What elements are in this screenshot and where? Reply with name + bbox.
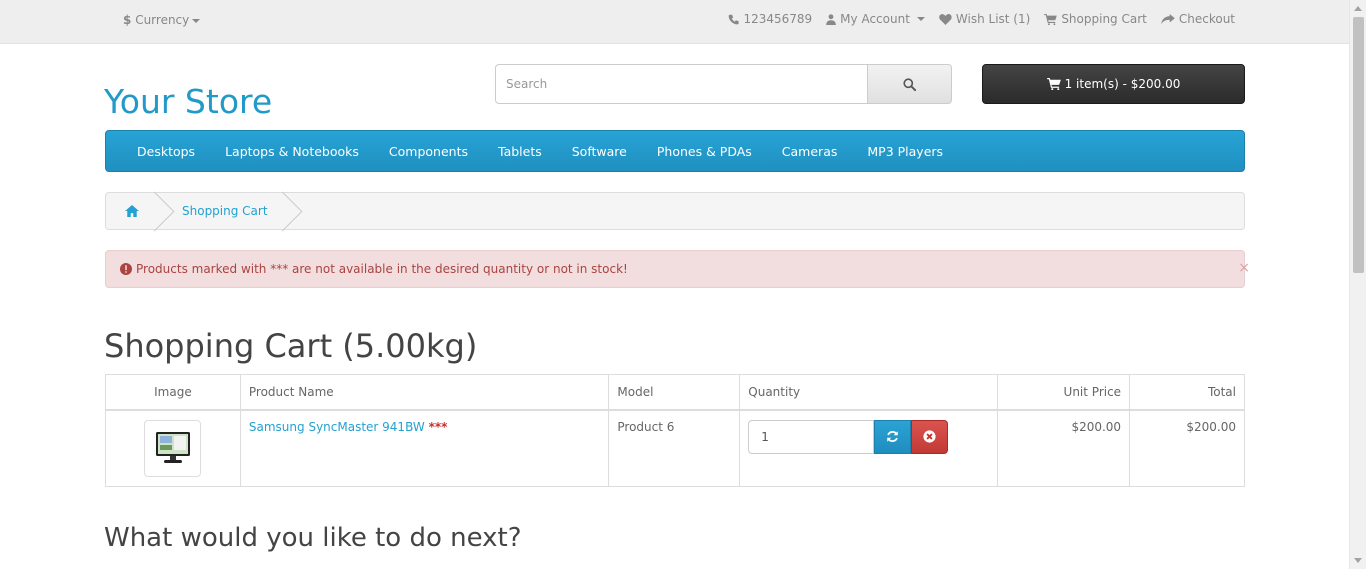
column-header-model: Model (608, 374, 741, 411)
scroll-up-arrow-icon[interactable] (1354, 6, 1362, 11)
store-logo[interactable]: Your Store (104, 82, 272, 121)
breadcrumb-home[interactable] (106, 193, 158, 229)
menu-item-software[interactable]: Software (557, 144, 642, 159)
page-scrollbar[interactable] (1349, 0, 1366, 569)
search-bar (495, 64, 952, 104)
user-icon (826, 13, 836, 25)
search-input[interactable] (495, 64, 868, 104)
remove-button[interactable] (911, 419, 949, 454)
menu-item-desktops[interactable]: Desktops (122, 144, 210, 159)
currency-dropdown[interactable]: $ Currency (123, 13, 201, 27)
currency-symbol: $ (123, 13, 132, 27)
cart-table: Image Product Name Model Quantity Unit P… (105, 374, 1245, 487)
heart-icon (939, 13, 952, 25)
column-header-quantity: Quantity (739, 374, 999, 411)
product-name-link[interactable]: Samsung SyncMaster 941BW (249, 420, 425, 434)
unit-price-cell: $200.00 (997, 409, 1131, 487)
column-header-total: Total (1129, 374, 1245, 411)
cart-icon (1046, 78, 1061, 90)
table-header-row: Image Product Name Model Quantity Unit P… (105, 374, 1245, 411)
cart-summary-button[interactable]: 1 item(s) - $200.00 (982, 64, 1245, 104)
menu-item-phones-pdas[interactable]: Phones & PDAs (642, 144, 767, 159)
product-image-cell (105, 409, 241, 487)
menu-item-cameras[interactable]: Cameras (767, 144, 853, 159)
stock-warning-alert: Products marked with *** are not availab… (105, 250, 1250, 288)
phone-number: 123456789 (743, 12, 813, 26)
product-name-cell: Samsung SyncMaster 941BW *** (239, 409, 610, 487)
caret-down-icon (916, 17, 925, 21)
main-menu: Desktops Laptops & Notebooks Components … (105, 130, 1245, 172)
table-row: Samsung SyncMaster 941BW *** Product 6 $… (105, 409, 1245, 487)
search-icon (903, 77, 916, 91)
product-thumbnail[interactable] (144, 419, 202, 477)
next-steps-heading: What would you like to do next? (104, 523, 522, 553)
scroll-down-arrow-icon[interactable] (1354, 558, 1362, 563)
quantity-input[interactable] (748, 419, 875, 454)
cart-summary-label: 1 item(s) - $200.00 (1064, 77, 1181, 91)
scrollbar-thumb[interactable] (1353, 17, 1364, 273)
cart-icon (1044, 13, 1058, 25)
home-icon (125, 205, 139, 217)
breadcrumb: Shopping Cart (105, 192, 1245, 230)
page-title: Shopping Cart (5.00kg) (104, 327, 478, 365)
top-bar: $ Currency 123456789 My Account Wish Lis… (0, 0, 1349, 44)
refresh-icon (887, 431, 899, 442)
alert-close-button[interactable]: × (1238, 260, 1250, 276)
column-header-unit-price: Unit Price (997, 374, 1131, 411)
quantity-group (748, 419, 989, 454)
my-account-dropdown[interactable]: My Account (826, 12, 925, 26)
search-button[interactable] (868, 64, 952, 104)
menu-item-mp3-players[interactable]: MP3 Players (852, 144, 958, 159)
caret-down-icon (192, 18, 201, 23)
menu-item-laptops-notebooks[interactable]: Laptops & Notebooks (210, 144, 374, 159)
share-icon (1161, 13, 1175, 24)
currency-label: Currency (135, 13, 190, 27)
menu-item-tablets[interactable]: Tablets (483, 144, 557, 159)
times-circle-icon (923, 430, 936, 443)
update-button[interactable] (874, 419, 912, 454)
phone-link[interactable]: 123456789 (728, 12, 812, 26)
alert-text: Products marked with *** are not availab… (136, 262, 628, 276)
column-header-product-name: Product Name (239, 374, 610, 411)
my-account-label: My Account (840, 12, 910, 26)
exclamation-circle-icon (120, 263, 132, 275)
quantity-cell (739, 409, 999, 487)
wish-list-link[interactable]: Wish List (1) (939, 12, 1030, 26)
shopping-cart-label: Shopping Cart (1061, 12, 1147, 26)
column-header-image: Image (105, 374, 241, 411)
total-cell: $200.00 (1129, 409, 1245, 487)
stock-flag: *** (428, 419, 448, 434)
phone-icon (729, 14, 740, 24)
checkout-label: Checkout (1178, 12, 1235, 26)
breadcrumb-shopping-cart[interactable]: Shopping Cart (158, 193, 286, 229)
wish-list-label: Wish List (1) (955, 12, 1031, 26)
monitor-image (155, 432, 190, 463)
checkout-link[interactable]: Checkout (1161, 12, 1235, 26)
menu-item-components[interactable]: Components (374, 144, 483, 159)
top-links: 123456789 My Account Wish List (1) Shopp… (728, 12, 1235, 26)
model-cell: Product 6 (608, 409, 741, 487)
shopping-cart-link[interactable]: Shopping Cart (1044, 12, 1147, 26)
